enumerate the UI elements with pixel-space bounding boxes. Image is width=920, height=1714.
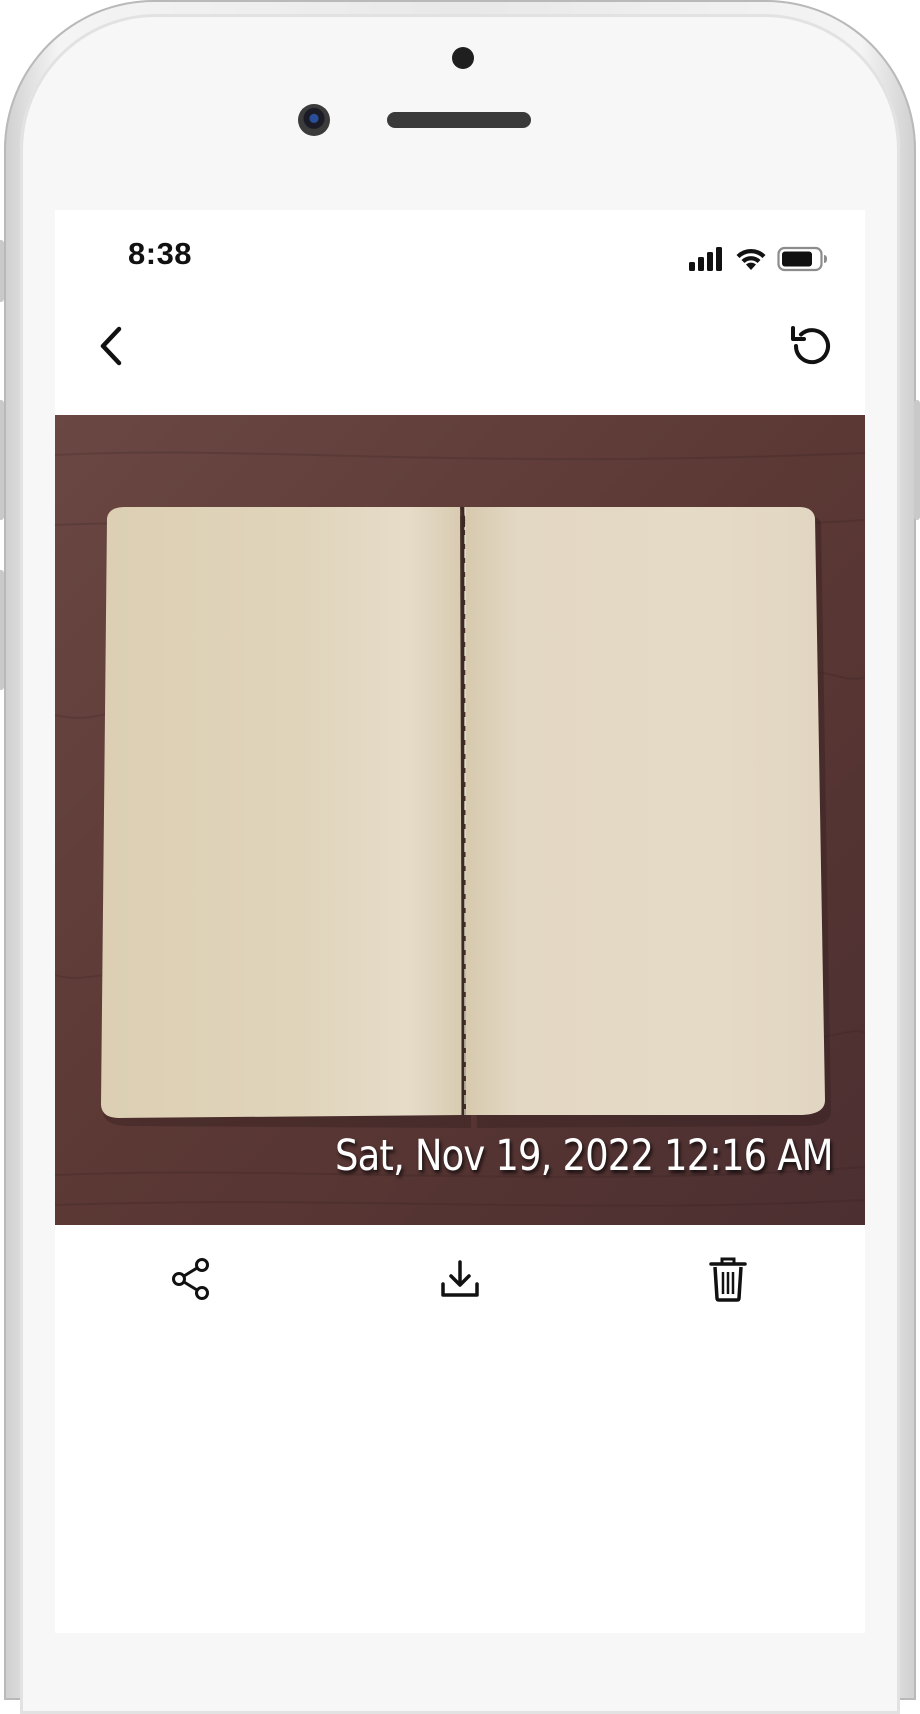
- status-bar: 8:38: [55, 210, 865, 300]
- status-icons: [689, 246, 829, 277]
- volume-up-button: [0, 400, 4, 520]
- photo-timestamp: Sat, Nov 19, 2022 12:16 AM: [335, 1131, 834, 1181]
- download-button[interactable]: [428, 1249, 492, 1313]
- back-button[interactable]: [81, 318, 141, 378]
- earpiece-speaker: [387, 112, 531, 128]
- front-camera: [298, 104, 330, 136]
- rotate-button[interactable]: [779, 316, 843, 380]
- nav-bar: [55, 300, 865, 415]
- delete-button[interactable]: [696, 1249, 760, 1313]
- wifi-icon: [735, 247, 767, 276]
- notebook-image: [55, 415, 865, 1225]
- cellular-signal-icon: [689, 247, 725, 276]
- side-button: [0, 240, 4, 302]
- action-toolbar: [55, 1225, 865, 1337]
- status-time: 8:38: [128, 236, 193, 271]
- trash-icon: [709, 1256, 747, 1307]
- app-screen: 8:38 Sat, Nov 19, 2022 12:16 AM: [55, 210, 865, 1633]
- download-icon: [439, 1258, 481, 1305]
- share-button[interactable]: [159, 1249, 223, 1313]
- proximity-sensor: [452, 47, 474, 69]
- photo-preview[interactable]: Sat, Nov 19, 2022 12:16 AM: [55, 415, 865, 1225]
- volume-down-button: [0, 570, 4, 690]
- chevron-left-icon: [94, 325, 128, 372]
- battery-icon: [777, 246, 829, 277]
- share-icon: [170, 1257, 212, 1306]
- rotate-ccw-icon: [786, 321, 836, 376]
- power-button: [914, 400, 920, 520]
